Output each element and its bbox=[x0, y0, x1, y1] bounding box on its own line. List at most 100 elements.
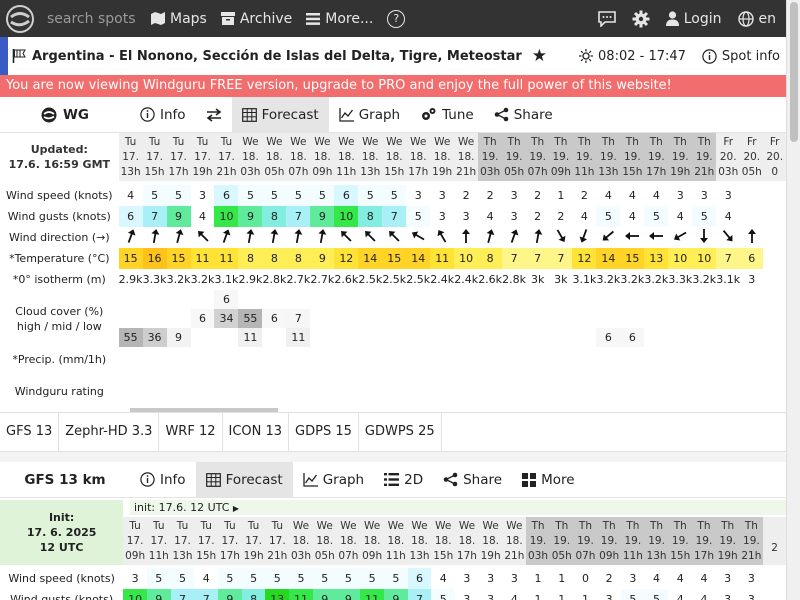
cloud-cover-cell: 6 bbox=[596, 328, 621, 347]
tab-graph[interactable]: Graph bbox=[329, 97, 410, 132]
tab-2d[interactable]: 2D bbox=[374, 462, 433, 497]
temperature-row-cell: 13 bbox=[644, 248, 669, 269]
search-input[interactable]: search spots... bbox=[47, 11, 137, 27]
tab-tune[interactable]: Tune bbox=[410, 97, 484, 132]
isotherm-row-cell: 3.2k bbox=[190, 273, 215, 286]
rating-row-cell bbox=[526, 371, 549, 411]
isotherm-row: *0° isotherm (m) 2.9k 3.3k 3.2k 3.2k 3.1k 2.9k… bbox=[0, 269, 786, 290]
tab-info[interactable]: Info bbox=[130, 462, 196, 497]
hour-label: 15h bbox=[433, 549, 454, 562]
date-label: 18. bbox=[505, 534, 523, 547]
upgrade-banner[interactable]: You are now viewing Windguru FREE versio… bbox=[0, 75, 786, 97]
day-label: We bbox=[411, 519, 428, 532]
cloud-cover-cell: 55 bbox=[118, 328, 143, 347]
time-column-header: Th 19. 09h bbox=[549, 133, 573, 181]
gear-icon[interactable] bbox=[632, 10, 650, 28]
wind-speed-row-cell: 6 bbox=[407, 568, 432, 589]
cloud-cover-cell: 6 bbox=[214, 290, 239, 309]
wind-gusts-row-cell: 1 bbox=[549, 589, 574, 600]
language-selector[interactable]: en bbox=[737, 11, 776, 27]
grid-icon bbox=[522, 472, 537, 487]
archive-menu[interactable]: Archive bbox=[220, 11, 292, 27]
date-label: 19. bbox=[647, 150, 665, 163]
tab-swap[interactable] bbox=[196, 97, 232, 132]
hour-label: 21h bbox=[216, 165, 237, 178]
scrollbar-thumb[interactable] bbox=[790, 2, 798, 142]
wind-gusts-row-cell: 5 bbox=[596, 206, 621, 227]
init-line[interactable]: init: 17.6. 12 UTC ▶ bbox=[130, 500, 786, 515]
wind-speed-label: Wind speed (knots) bbox=[8, 572, 115, 585]
time-column-header: Tu 17. 17h bbox=[166, 133, 191, 181]
precip-row-cell bbox=[167, 347, 191, 371]
sun-times-label: 08:02 - 17:47 bbox=[598, 48, 686, 64]
model-option[interactable]: GDWPS 25 bbox=[359, 412, 442, 452]
cloud-cover-cell bbox=[549, 328, 572, 347]
more-menu[interactable]: More... bbox=[306, 11, 373, 27]
chat-icon[interactable] bbox=[597, 10, 616, 27]
tab-share[interactable]: Share bbox=[484, 97, 563, 132]
wind-arrow-icon bbox=[556, 229, 566, 243]
hour-label: 09h bbox=[599, 549, 620, 562]
init-label: Init: bbox=[48, 511, 75, 524]
tab-info[interactable]: Info bbox=[130, 97, 196, 132]
init-time: 12 UTC bbox=[39, 541, 84, 554]
wind-gusts-row-cell: 2 bbox=[526, 206, 550, 227]
cloud-cover-cell bbox=[430, 328, 454, 347]
rating-row-cell bbox=[167, 371, 191, 411]
time-column-header: We 18. 09h bbox=[310, 133, 335, 181]
rating-row-cell bbox=[286, 371, 310, 411]
cloud-cover-cell bbox=[596, 290, 620, 309]
wind-direction-cell bbox=[644, 227, 668, 248]
help-button[interactable]: ? bbox=[387, 9, 406, 28]
date-label: 20. bbox=[743, 150, 761, 163]
wind-gusts-label: Wind gusts (knots) bbox=[7, 210, 111, 223]
model-option[interactable]: ICON 13 bbox=[223, 412, 290, 452]
wind-gusts-row-cell: 9 bbox=[310, 206, 335, 227]
wind-gusts-row-cell bbox=[763, 589, 786, 600]
model-option[interactable]: WRF 12 bbox=[159, 412, 223, 452]
wind-gusts-row-cell: 9 bbox=[146, 589, 171, 600]
cloud-cover-cell bbox=[740, 328, 763, 347]
wind-speed-row-cell: 5 bbox=[358, 185, 383, 206]
tab-forecast[interactable]: Forecast bbox=[231, 97, 329, 132]
hour-label: 13h bbox=[598, 165, 619, 178]
wind-speed-row: Wind speed (knots) 4 5 5 3 6 5 5 5 5 6 5 5 3 3 2 2 3 2 1 2 4 4… bbox=[0, 185, 786, 206]
tab-share[interactable]: Share bbox=[433, 462, 512, 497]
maps-menu[interactable]: Maps bbox=[151, 11, 207, 27]
date-label: 19. bbox=[529, 534, 547, 547]
windguru-logo-icon[interactable] bbox=[5, 4, 35, 34]
tab-forecast[interactable]: Forecast bbox=[195, 462, 293, 497]
date-label: 19. bbox=[743, 534, 760, 547]
day-label: Th bbox=[650, 519, 664, 532]
cloud-cover-cell bbox=[310, 328, 334, 347]
model-option[interactable]: Zephr-HD 3.3 bbox=[59, 412, 160, 452]
cloud-cover-cell bbox=[406, 290, 430, 309]
date-label: 18. bbox=[385, 150, 403, 163]
favorite-star-icon[interactable]: ★ bbox=[532, 46, 547, 66]
time-column-header: We 18. 05h bbox=[262, 133, 287, 181]
wind-gusts-row-cell: 4 bbox=[668, 206, 693, 227]
isotherm-row-cell: 3 bbox=[748, 273, 756, 286]
wind-gusts-row-cell: 3 bbox=[502, 206, 527, 227]
cloud-cover-cell bbox=[692, 290, 716, 309]
spot-header: Argentina - El Nonono, Sección de Islas … bbox=[0, 37, 786, 75]
spot-info-button[interactable]: Spot info bbox=[702, 49, 780, 64]
info-icon bbox=[702, 48, 717, 64]
wind-arrow-icon bbox=[510, 229, 519, 243]
time-column-header: Th 19. 17h bbox=[692, 517, 716, 565]
date-label: 20. bbox=[766, 150, 784, 163]
row-label: *0° isotherm (m) bbox=[0, 269, 119, 290]
tab-graph[interactable]: Graph bbox=[293, 462, 374, 497]
vertical-scrollbar[interactable] bbox=[786, 0, 800, 600]
hour-label: 15h bbox=[670, 549, 691, 562]
model-option[interactable]: GFS 13 bbox=[0, 412, 60, 452]
cloud-cover-cell bbox=[644, 309, 668, 328]
rating-row-cell bbox=[620, 371, 644, 411]
time-column-header: We 18. 15h bbox=[382, 133, 407, 181]
login-button[interactable]: Login bbox=[665, 11, 722, 27]
cloud-cover-cell bbox=[238, 290, 262, 309]
tab-more[interactable]: More bbox=[512, 462, 584, 497]
model-option[interactable]: GDPS 15 bbox=[289, 412, 359, 452]
row-label: *Temperature (°C) bbox=[0, 248, 119, 269]
row-label: Wind speed (knots) bbox=[0, 185, 119, 206]
